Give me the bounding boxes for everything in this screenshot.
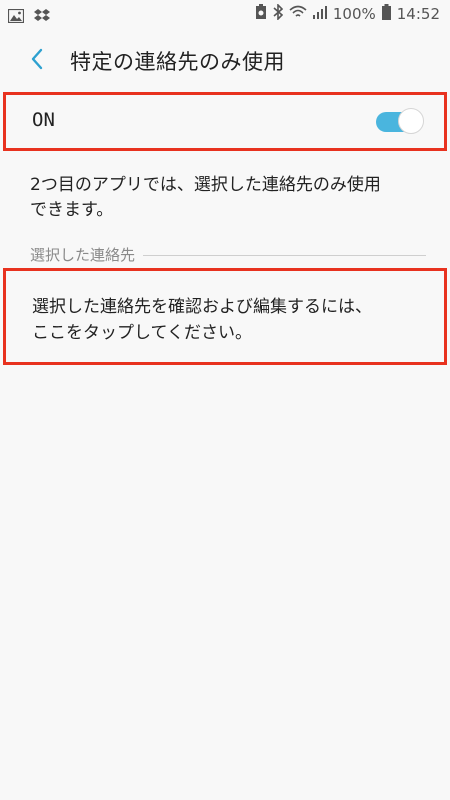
description-text: 2つ目のアプリでは、選択した連絡先のみ使用 できます。 <box>30 175 381 220</box>
chevron-left-icon <box>30 48 44 74</box>
section-title: 選択した連絡先 <box>30 244 144 265</box>
header: 特定の連絡先のみ使用 <box>0 32 450 90</box>
status-bar-left <box>7 8 50 27</box>
image-icon <box>7 8 25 27</box>
battery-saver-icon <box>255 4 267 24</box>
toggle-label: ON <box>32 109 55 131</box>
bluetooth-icon <box>273 3 284 24</box>
status-time: 14:52 <box>396 5 440 23</box>
back-button[interactable] <box>22 46 52 76</box>
page-title: 特定の連絡先のみ使用 <box>70 50 285 74</box>
battery-icon <box>381 4 391 24</box>
battery-percent: 100% <box>332 5 376 23</box>
signal-icon <box>312 5 327 23</box>
master-switch[interactable] <box>376 108 424 134</box>
status-bar-right: 100% 14:52 <box>255 3 440 24</box>
dropbox-icon <box>34 8 50 27</box>
switch-knob <box>398 108 424 134</box>
edit-contacts-text: 選択した連絡先を確認および編集するには、 ここをタップしてください。 <box>32 297 372 343</box>
wifi-icon <box>289 5 307 23</box>
edit-contacts-row[interactable]: 選択した連絡先を確認および編集するには、 ここをタップしてください。 <box>3 268 447 365</box>
master-toggle-row[interactable]: ON <box>3 92 447 151</box>
section-header: 選択した連絡先 <box>30 244 426 266</box>
status-bar: 100% 14:52 <box>0 0 450 32</box>
